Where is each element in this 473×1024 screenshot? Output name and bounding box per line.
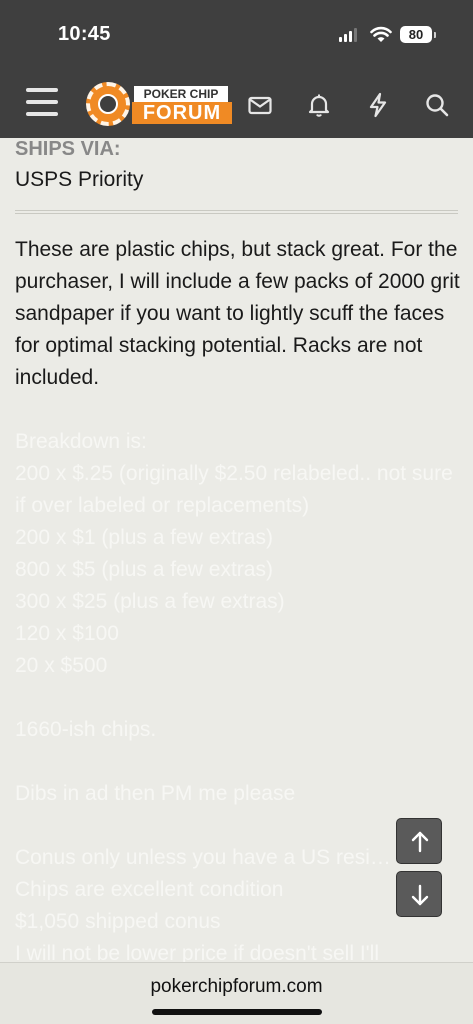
url-text[interactable]: pokerchipforum.com (0, 976, 473, 998)
lightning-bolt-icon[interactable] (365, 92, 391, 118)
search-icon[interactable] (424, 92, 450, 118)
arrow-up-icon (411, 831, 429, 853)
forum-nav-bar: POKER CHIP FORUM (0, 70, 473, 138)
wifi-icon (370, 26, 392, 42)
dibs-text: Dibs in ad then PM me please (15, 782, 296, 805)
status-time: 10:45 (58, 23, 111, 45)
cellular-signal-icon (339, 28, 359, 42)
section-divider (15, 210, 458, 214)
lower-price-text: I will not be lower price if doesn't sel… (15, 942, 380, 962)
bell-icon[interactable] (306, 92, 332, 118)
battery-indicator: 80 (400, 26, 436, 43)
breakdown-line: 200 x $.25 (originally $2.50 relabeled..… (15, 462, 453, 517)
breakdown-line: 800 x $5 (plus a few extras) (15, 558, 273, 581)
breakdown-line: 200 x $1 (plus a few extras) (15, 526, 273, 549)
poker-chip-logo-icon (86, 82, 130, 126)
logo-text-top: POKER CHIP (134, 86, 228, 102)
browser-url-bar[interactable]: pokerchipforum.com (0, 962, 473, 1024)
envelope-icon[interactable] (247, 92, 273, 118)
total-chips-text: 1660-ish chips. (15, 718, 157, 741)
scroll-up-button[interactable] (396, 818, 442, 864)
post-description: These are plastic chips, but stack great… (15, 238, 460, 389)
breakdown-heading: Breakdown is: (15, 430, 147, 453)
ships-via-value: USPS Priority (15, 168, 144, 191)
forum-logo[interactable]: POKER CHIP FORUM (86, 82, 232, 126)
breakdown-line: 300 x $25 (plus a few extras) (15, 590, 285, 613)
breakdown-line: 120 x $100 (15, 622, 119, 645)
scroll-down-button[interactable] (396, 871, 442, 917)
status-bar: 10:45 80 (0, 0, 473, 70)
home-indicator[interactable] (152, 1009, 322, 1015)
hamburger-menu-icon[interactable] (26, 88, 58, 116)
breakdown-line: 20 x $500 (15, 654, 108, 677)
logo-text-bottom: FORUM (132, 102, 232, 124)
arrow-down-icon (411, 884, 429, 906)
ships-via-label: SHIPS VIA: (15, 138, 121, 160)
